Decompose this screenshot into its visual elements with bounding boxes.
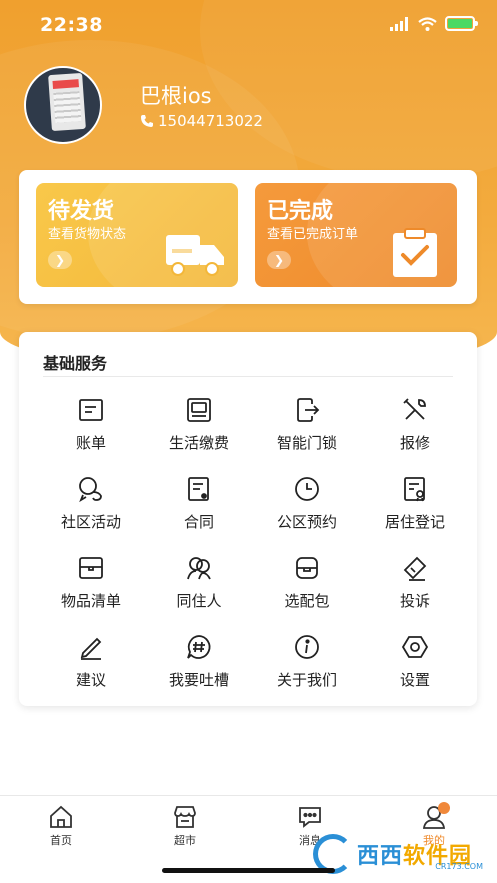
services-grid: 账单 生活缴费 智能门锁 报修 社区活动 合同 公区预约 居住登记 物品清单 同… <box>37 392 469 708</box>
service-label: 账单 <box>75 434 106 452</box>
services-title: 基础服务 <box>43 354 108 373</box>
service-label: 选配包 <box>284 592 330 610</box>
tab-label: 超市 <box>174 834 196 847</box>
tab-label: 首页 <box>50 834 72 847</box>
service-community-events[interactable]: 社区活动 <box>37 471 145 550</box>
service-label: 公区预约 <box>276 513 337 531</box>
user-phone: 15044713022 <box>140 112 263 130</box>
service-label: 居住登记 <box>384 513 445 531</box>
tools-icon <box>403 398 426 420</box>
service-label: 同住人 <box>176 592 222 610</box>
door-lock-icon <box>297 398 320 422</box>
settings-icon <box>401 636 429 658</box>
tab-home[interactable]: 首页 <box>21 804 101 848</box>
signal-icon <box>390 16 408 31</box>
avatar-photo <box>48 72 86 132</box>
monitor-icon <box>187 398 211 422</box>
service-roommates[interactable]: 同住人 <box>145 550 253 629</box>
contract-icon <box>188 477 209 501</box>
basic-services-card: 基础服务 账单 生活缴费 智能门锁 报修 社区活动 合同 公区预约 居住登记 物… <box>19 332 477 706</box>
orders-card: 待发货 查看货物状态 ❯ 已完成 查看已完成订单 ❯ <box>19 170 477 304</box>
completed-orders-tile[interactable]: 已完成 查看已完成订单 ❯ <box>255 183 457 287</box>
pending-orders-tile[interactable]: 待发货 查看货物状态 ❯ <box>36 183 238 287</box>
service-about-us[interactable]: 关于我们 <box>253 629 361 708</box>
truck-icon <box>166 235 224 276</box>
pencil-icon <box>80 637 102 660</box>
service-item-list[interactable]: 物品清单 <box>37 550 145 629</box>
avatar[interactable] <box>24 66 102 144</box>
service-label: 关于我们 <box>276 671 337 689</box>
service-contract[interactable]: 合同 <box>145 471 253 550</box>
info-icon <box>295 635 319 659</box>
service-settings[interactable]: 设置 <box>361 629 469 708</box>
service-bill[interactable]: 账单 <box>37 392 145 471</box>
service-feedback[interactable]: 我要吐槽 <box>145 629 253 708</box>
service-label: 智能门锁 <box>276 434 337 452</box>
battery-icon <box>445 16 478 31</box>
pending-subtitle: 查看货物状态 <box>48 227 127 242</box>
service-label: 我要吐槽 <box>168 671 229 689</box>
divider <box>43 376 453 377</box>
people-icon <box>187 557 211 580</box>
service-residence-registration[interactable]: 居住登记 <box>361 471 469 550</box>
message-icon <box>299 807 321 828</box>
phone-icon <box>141 115 153 127</box>
store-icon <box>174 806 196 828</box>
package-icon <box>296 557 318 579</box>
service-repair[interactable]: 报修 <box>361 392 469 471</box>
service-label: 生活缴费 <box>168 434 229 452</box>
clipboard-check-icon <box>393 228 437 277</box>
service-label: 设置 <box>399 671 430 689</box>
phone-number: 15044713022 <box>158 112 263 130</box>
service-smart-lock[interactable]: 智能门锁 <box>253 392 361 471</box>
service-label: 物品清单 <box>60 592 121 610</box>
service-label: 投诉 <box>399 592 430 610</box>
service-label: 建议 <box>75 671 106 689</box>
wifi-icon <box>418 16 437 31</box>
status-icons <box>390 16 478 31</box>
service-label: 报修 <box>399 434 430 452</box>
box-icon <box>79 557 103 579</box>
hashtag-bubble-icon <box>187 635 211 659</box>
completed-subtitle: 查看已完成订单 <box>267 227 359 242</box>
tab-supermarket[interactable]: 超市 <box>145 804 225 848</box>
service-package-options[interactable]: 选配包 <box>253 550 361 629</box>
home-indicator[interactable] <box>162 868 335 873</box>
clock-icon <box>295 477 319 501</box>
chat-bubbles-icon <box>79 477 102 503</box>
service-suggestion[interactable]: 建议 <box>37 629 145 708</box>
service-label: 合同 <box>183 513 214 531</box>
tag-icon <box>403 556 427 581</box>
notification-badge <box>438 802 450 814</box>
id-card-icon <box>404 477 425 502</box>
status-bar: 22:38 <box>0 0 497 52</box>
user-name: 巴根ios <box>140 84 212 108</box>
service-complaint[interactable]: 投诉 <box>361 550 469 629</box>
chevron-right-icon[interactable]: ❯ <box>48 251 72 269</box>
service-utilities[interactable]: 生活缴费 <box>145 392 253 471</box>
service-public-booking[interactable]: 公区预约 <box>253 471 361 550</box>
bill-icon <box>79 399 103 421</box>
completed-title: 已完成 <box>267 199 334 224</box>
watermark-url: CR173.COM <box>435 862 483 871</box>
chevron-right-icon[interactable]: ❯ <box>267 251 291 269</box>
service-label: 社区活动 <box>60 513 121 531</box>
watermark-brand-a: 西西 <box>357 844 404 869</box>
pending-title: 待发货 <box>48 199 115 224</box>
home-icon <box>50 805 72 828</box>
watermark-logo: 西西软件园 CR173.COM <box>313 834 489 874</box>
status-time: 22:38 <box>40 14 103 36</box>
